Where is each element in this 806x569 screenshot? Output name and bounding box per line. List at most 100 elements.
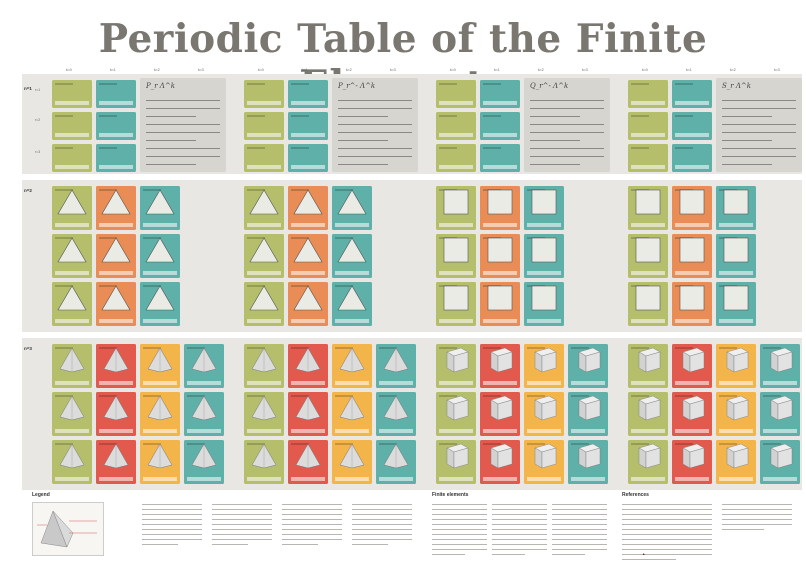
- element-tile-k0: [628, 144, 668, 172]
- cube-icon: [721, 443, 751, 469]
- footer-text-line: [492, 554, 525, 555]
- element-tile-k1: [480, 392, 520, 436]
- square-icon: [485, 189, 515, 215]
- column-header: k=1: [686, 68, 692, 72]
- triangle-icon: [145, 285, 175, 311]
- element-tile-k2: [716, 186, 756, 230]
- square-icon: [633, 189, 663, 215]
- element-tile-k1: [480, 344, 520, 388]
- tile-caption: [379, 429, 413, 433]
- tile-caption: [439, 319, 473, 323]
- element-tile-k1: [96, 440, 136, 484]
- footer-text-line: [492, 549, 547, 550]
- element-tile-k2: [332, 392, 372, 436]
- description-text-line: [530, 124, 604, 126]
- tile-caption: [483, 429, 517, 433]
- tile-caption: [187, 477, 221, 481]
- tile-caption: [719, 381, 753, 385]
- footer-text-line: [622, 519, 712, 520]
- tile-label-line: [631, 115, 649, 117]
- description-text-line: [530, 140, 580, 142]
- tile-caption: [527, 381, 561, 385]
- column-header: k=1: [494, 68, 500, 72]
- element-tile-k1: [96, 344, 136, 388]
- footer-text-line: [432, 519, 487, 520]
- description-text-line: [530, 164, 580, 166]
- element-tile-k1: [96, 80, 136, 108]
- tile-caption: [143, 477, 177, 481]
- footer-text-line: [212, 544, 248, 545]
- triangle-icon: [249, 189, 279, 215]
- tile-caption: [247, 319, 281, 323]
- tile-label-line: [99, 147, 117, 149]
- tile-caption: [143, 381, 177, 385]
- footer-text-line: [212, 519, 272, 520]
- tile-caption: [631, 165, 665, 169]
- element-tile-k3: [568, 440, 608, 484]
- description-text-line: [722, 100, 796, 102]
- tile-caption: [99, 223, 133, 227]
- element-tile-k1: [288, 440, 328, 484]
- tile-caption: [763, 429, 797, 433]
- footer-text-line: [432, 554, 465, 555]
- footer-text-line: [212, 539, 272, 540]
- cube-icon: [677, 347, 707, 373]
- description-text-line: [338, 164, 388, 166]
- description-text-line: [530, 100, 604, 102]
- family-description-box: P_r^- Λ^k: [332, 78, 418, 172]
- cube-icon: [765, 443, 795, 469]
- element-tile-k2: [140, 440, 180, 484]
- footer-text-line: [722, 514, 792, 515]
- element-tile-k3: [184, 440, 224, 484]
- element-tile-k1: [480, 234, 520, 278]
- element-tile-k1: [480, 80, 520, 108]
- footer-text-line: [552, 554, 585, 555]
- footer-text-line: [622, 554, 712, 555]
- triangle-icon: [249, 285, 279, 311]
- cube-icon: [529, 443, 559, 469]
- description-text-line: [722, 108, 796, 110]
- description-text-line: [146, 132, 220, 134]
- tile-caption: [143, 429, 177, 433]
- element-tile-k1: [96, 186, 136, 230]
- tile-caption: [439, 429, 473, 433]
- footer-text-line: [212, 534, 272, 535]
- tile-caption: [55, 381, 89, 385]
- footer-text-line: [492, 534, 547, 535]
- footer-text-line: [552, 519, 607, 520]
- element-tile-k2: [716, 392, 756, 436]
- tile-caption: [483, 223, 517, 227]
- tetra-icon: [381, 395, 411, 421]
- element-tile-k3: [760, 440, 800, 484]
- element-tile-k2: [140, 234, 180, 278]
- tile-caption: [335, 477, 369, 481]
- column-header: k=3: [198, 68, 204, 72]
- element-tile-k2: [524, 282, 564, 326]
- triangle-icon: [293, 285, 323, 311]
- element-tile-k0: [436, 392, 476, 436]
- tile-caption: [291, 477, 325, 481]
- tile-caption: [247, 133, 281, 137]
- element-tile-k1: [672, 234, 712, 278]
- footer-text-line: [352, 529, 412, 530]
- element-tile-k0: [628, 392, 668, 436]
- element-tile-k2: [140, 344, 180, 388]
- description-text-line: [338, 156, 412, 158]
- footer-text-line: [212, 504, 272, 505]
- element-tile-k0: [436, 234, 476, 278]
- footer-text-line: [552, 514, 607, 515]
- finite-elements-heading: Finite elements: [432, 492, 469, 498]
- element-tile-k1: [288, 112, 328, 140]
- element-tile-k0: [628, 234, 668, 278]
- description-text-line: [146, 156, 220, 158]
- tile-caption: [99, 165, 133, 169]
- element-tile-k0: [244, 112, 284, 140]
- triangle-icon: [145, 189, 175, 215]
- tetra-icon: [101, 443, 131, 469]
- tile-label-line: [291, 115, 309, 117]
- tile-caption: [719, 429, 753, 433]
- tile-caption: [291, 429, 325, 433]
- footer-text-line: [622, 524, 712, 525]
- column-header: k=2: [538, 68, 544, 72]
- triangle-icon: [101, 189, 131, 215]
